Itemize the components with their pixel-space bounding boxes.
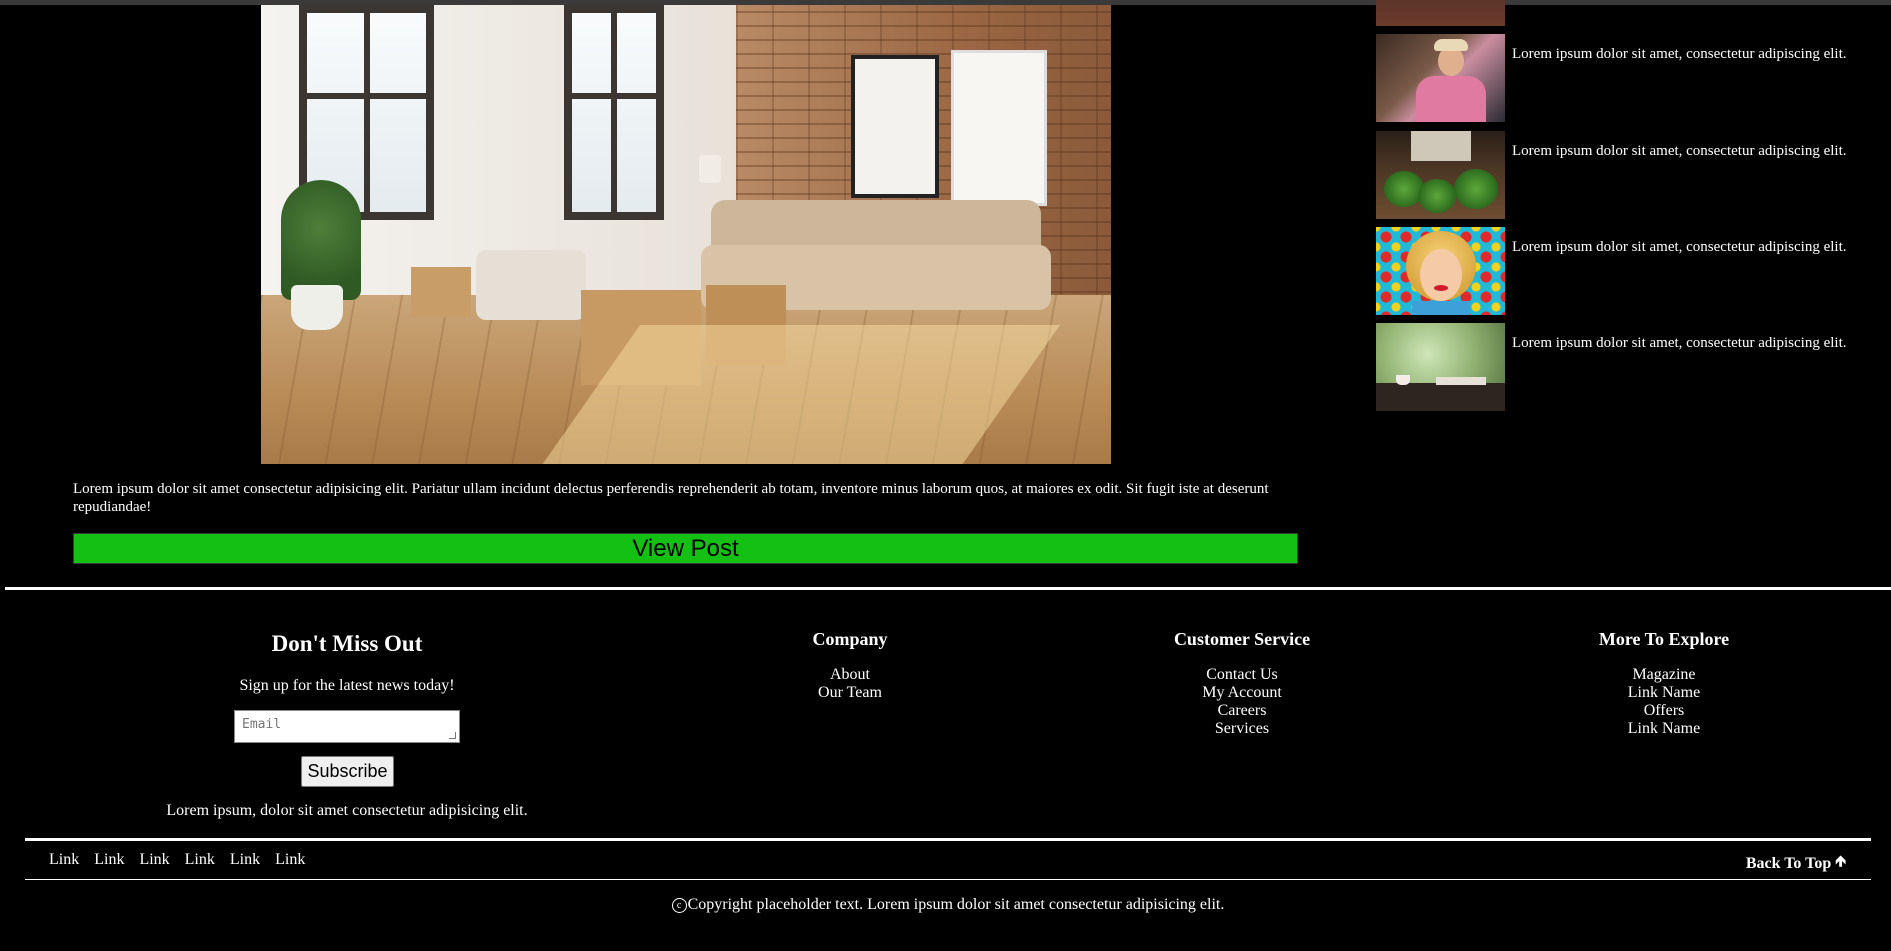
subscribe-button[interactable]: Subscribe — [301, 756, 394, 787]
arrow-up-icon[interactable]: 🡹 — [1835, 851, 1846, 876]
footer-column-customer-service: Customer Service Contact Us My Account C… — [1140, 628, 1344, 738]
back-to-top-link[interactable]: Back To Top 🡹 — [1746, 851, 1846, 876]
footer-link-careers[interactable]: Careers — [1140, 702, 1344, 720]
bottom-link[interactable]: Link — [185, 851, 215, 869]
copyright-icon: c — [671, 898, 687, 913]
footer-link-link-name[interactable]: Link Name — [1564, 684, 1764, 702]
newsletter-note: Lorem ipsum, dolor sit amet consectetur … — [166, 802, 528, 819]
footer-link-magazine[interactable]: Magazine — [1564, 666, 1764, 684]
newsletter-signup: Don't Miss Out Sign up for the latest ne… — [142, 626, 552, 819]
sidebar-item-text[interactable]: Lorem ipsum dolor sit amet, consectetur … — [1512, 46, 1847, 63]
footer-column-company: Company About Our Team — [750, 628, 950, 702]
copyright-notice: c Copyright placeholder text. Lorem ipsum… — [0, 896, 1891, 914]
footer-link-contact-us[interactable]: Contact Us — [1140, 666, 1344, 684]
footer-column-title: More To Explore — [1598, 629, 1730, 649]
bottom-link[interactable]: Link — [49, 851, 79, 869]
sidebar-thumbnail[interactable] — [1376, 131, 1505, 219]
post-hero-image — [261, 5, 1111, 464]
sidebar-thumbnail[interactable] — [1376, 227, 1505, 315]
footer-column-title: Company — [812, 629, 888, 649]
bottom-link-list: Link Link Link Link Link Link — [49, 851, 320, 869]
footer-link-services[interactable]: Services — [1140, 720, 1344, 738]
sidebar-thumbnail[interactable] — [1376, 0, 1505, 26]
post-excerpt: Lorem ipsum dolor sit amet consectetur a… — [73, 481, 1269, 515]
sidebar-item-text[interactable]: Lorem ipsum dolor sit amet, consectetur … — [1512, 239, 1847, 256]
sidebar-item-partial[interactable] — [1376, 0, 1886, 26]
bottom-link[interactable]: Link — [230, 851, 260, 869]
footer-link-link-name-2[interactable]: Link Name — [1564, 720, 1764, 738]
sidebar-item[interactable]: Lorem ipsum dolor sit amet, consectetur … — [1376, 131, 1886, 219]
bottom-link[interactable]: Link — [275, 851, 305, 869]
window-right — [564, 5, 664, 220]
footer-divider — [25, 838, 1871, 841]
footer-divider-thin — [25, 879, 1871, 880]
sidebar-item[interactable]: Lorem ipsum dolor sit amet, consectetur … — [1376, 34, 1886, 122]
sidebar-thumbnail[interactable] — [1376, 323, 1505, 411]
footer-column-title: Customer Service — [1173, 629, 1311, 649]
email-field[interactable]: Email — [234, 710, 460, 743]
newsletter-subheading: Sign up for the latest news today! — [239, 677, 455, 694]
sidebar-item[interactable]: Lorem ipsum dolor sit amet, consectetur … — [1376, 323, 1886, 411]
footer-link-about[interactable]: About — [750, 666, 950, 684]
bottom-link[interactable]: Link — [94, 851, 124, 869]
sidebar-item[interactable]: Lorem ipsum dolor sit amet, consectetur … — [1376, 227, 1886, 315]
back-to-top-label[interactable]: Back To Top — [1746, 855, 1831, 873]
potted-plant — [281, 180, 361, 300]
sidebar-item-text[interactable]: Lorem ipsum dolor sit amet, consectetur … — [1512, 143, 1847, 160]
footer-column-more-to-explore: More To Explore Magazine Link Name Offer… — [1564, 628, 1764, 738]
bottom-link[interactable]: Link — [139, 851, 169, 869]
sidebar-thumbnail[interactable] — [1376, 34, 1505, 122]
newsletter-heading: Don't Miss Out — [271, 631, 423, 656]
footer-link-our-team[interactable]: Our Team — [750, 684, 950, 702]
copyright-text: Copyright placeholder text. Lorem ipsum … — [687, 896, 1225, 913]
view-post-button[interactable]: View Post — [73, 533, 1298, 564]
section-divider — [5, 587, 1891, 590]
footer-link-my-account[interactable]: My Account — [1140, 684, 1344, 702]
footer-link-offers[interactable]: Offers — [1564, 702, 1764, 720]
sidebar-item-text[interactable]: Lorem ipsum dolor sit amet, consectetur … — [1512, 335, 1847, 352]
